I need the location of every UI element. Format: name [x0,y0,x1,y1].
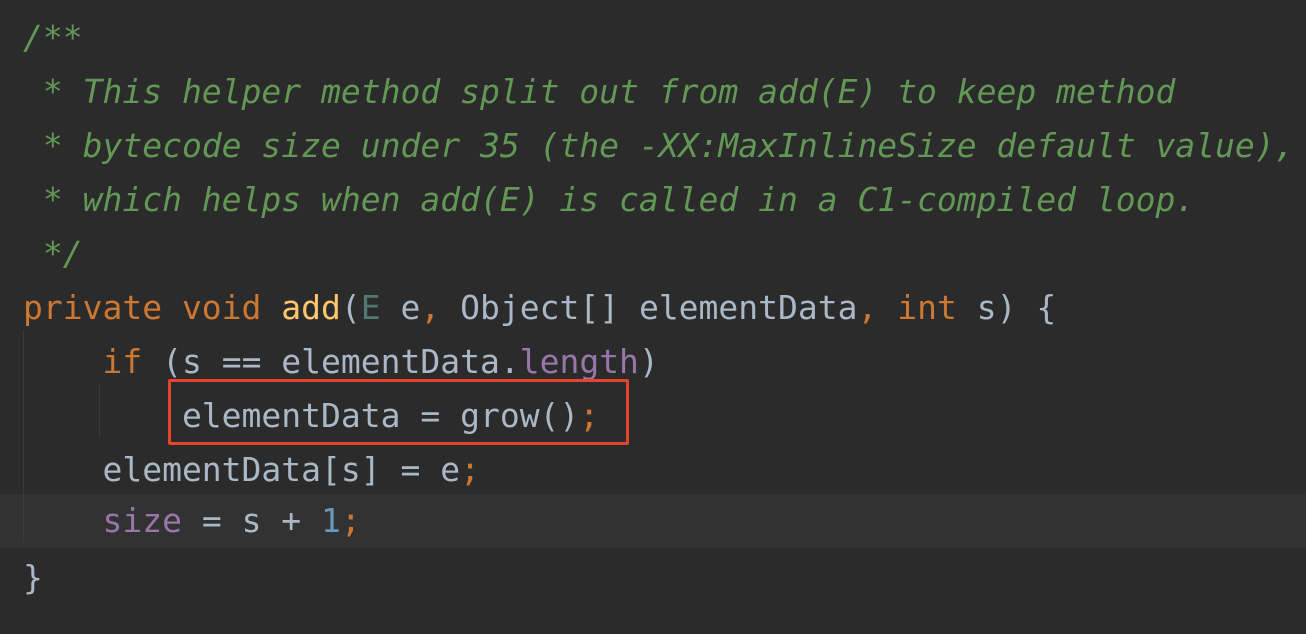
code-token: } [23,558,43,597]
code-token: ) [638,342,659,381]
code-line-text: size = s + 1; [23,494,361,548]
code-line-6: private void add(E e, Object[] elementDa… [0,281,1306,335]
code-token: E [360,288,381,327]
code-token: e [380,288,421,327]
code-token: * bytecode size under 35 (the -XX:MaxInl… [23,126,1295,165]
code-line-9: elementData[s] = e; [0,443,1306,497]
code-line-text: * which helps when add(E) is called in a… [23,173,1195,227]
indent-guide [23,330,24,542]
code-token: */ [23,234,83,273]
code-token: /** [23,18,83,57]
code-line-4: * which helps when add(E) is called in a… [0,173,1306,227]
highlight-box [168,379,629,445]
code-token: , [420,288,461,327]
code-token: = s + [181,501,322,540]
code-token: Object[] elementData [460,288,858,327]
code-editor[interactable]: /** * This helper method split out from … [0,0,1306,634]
code-line-text: elementData[s] = e; [23,443,480,497]
code-token: ; [460,450,480,489]
code-token: ; [340,501,361,540]
code-line-10-current: size = s + 1; [0,494,1306,548]
code-token: s) { [976,288,1057,327]
code-line-2: * This helper method split out from add(… [0,65,1306,119]
code-line-text: private void add(E e, Object[] elementDa… [23,281,1056,335]
code-token: elementData[s] = e [23,450,461,489]
code-token: ( [340,288,361,327]
code-token: if [102,342,163,381]
code-line-text: * bytecode size under 35 (the -XX:MaxInl… [23,119,1295,173]
code-line-3: * bytecode size under 35 (the -XX:MaxInl… [0,119,1306,173]
code-token: private void [23,288,282,327]
code-token: * which helps when add(E) is called in a… [23,180,1196,219]
code-token: (s == elementData. [162,342,520,381]
code-line-text: } [23,551,43,605]
code-line-text: */ [23,227,83,281]
code-line-11: } [0,551,1306,605]
code-token: * This helper method split out from add(… [23,72,1176,111]
code-token: add [281,288,341,327]
code-line-1: /** [0,11,1306,65]
code-token: size [102,501,182,540]
code-line-text: * This helper method split out from add(… [23,65,1175,119]
code-token: length [519,342,639,381]
indent-guide [99,385,100,437]
code-token: 1 [321,501,341,540]
code-line-text: /** [23,11,83,65]
code-line-5: */ [0,227,1306,281]
code-token: , [857,288,898,327]
code-token: int [897,288,977,327]
